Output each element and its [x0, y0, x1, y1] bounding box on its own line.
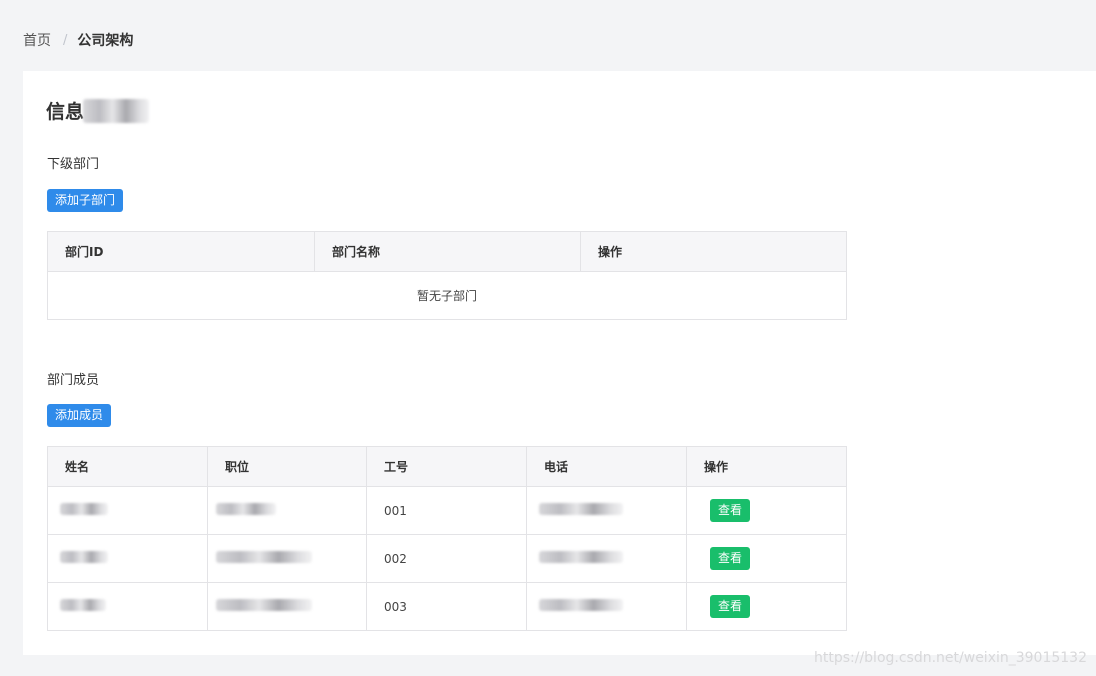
column-header: 姓名: [47, 446, 208, 487]
redacted-name: [60, 599, 106, 611]
view-button[interactable]: 查看: [710, 595, 751, 618]
column-header: 电话: [526, 446, 687, 487]
name-cell: [47, 582, 208, 631]
redacted-phone: [539, 551, 623, 563]
employee-no-cell: 002: [366, 534, 527, 583]
breadcrumb: 首页 / 公司架构: [23, 30, 133, 50]
column-header: 操作: [580, 231, 847, 272]
breadcrumb-separator: /: [63, 32, 68, 48]
add-member-button[interactable]: 添加成员: [47, 404, 112, 427]
redacted-name: [60, 551, 108, 563]
add-sub-department-button[interactable]: 添加子部门: [47, 189, 124, 212]
column-header: 工号: [366, 446, 527, 487]
name-cell: [47, 486, 208, 535]
employee-no-cell: 001: [366, 486, 527, 535]
position-cell: [207, 486, 367, 535]
page-title-text: 信息: [46, 101, 85, 123]
sub-departments-table: 部门ID 部门名称 操作 暂无子部门: [47, 231, 847, 320]
breadcrumb-current: 公司架构: [77, 33, 134, 49]
name-cell: [47, 534, 208, 583]
empty-state-text: 暂无子部门: [47, 271, 847, 320]
content-card: 信息 下级部门 添加子部门 部门ID 部门名称 操作 暂无子部门 部门成员 添加…: [23, 71, 1096, 655]
redacted-position: [216, 599, 312, 611]
redacted-name: [60, 503, 108, 515]
phone-cell: [526, 582, 687, 631]
redacted-phone: [539, 503, 623, 515]
phone-cell: [526, 534, 687, 583]
members-title: 部门成员: [47, 373, 100, 388]
action-cell: 查看: [686, 486, 847, 535]
position-cell: [207, 582, 367, 631]
employee-no-cell: 003: [366, 582, 527, 631]
table-header-row: 姓名 职位 工号 电话 操作: [47, 446, 847, 487]
watermark: https://blog.csdn.net/weixin_39015132: [813, 650, 1087, 666]
view-button[interactable]: 查看: [710, 499, 751, 522]
redacted-position: [216, 503, 276, 515]
table-header-row: 部门ID 部门名称 操作: [47, 231, 847, 272]
column-header: 部门名称: [314, 231, 581, 272]
action-cell: 查看: [686, 582, 847, 631]
column-header: 职位: [207, 446, 367, 487]
column-header: 操作: [686, 446, 847, 487]
column-header: 部门ID: [47, 231, 315, 272]
position-cell: [207, 534, 367, 583]
table-row: 002 查看: [47, 534, 847, 583]
redacted-title-blur: [83, 98, 150, 123]
view-button[interactable]: 查看: [710, 547, 751, 570]
page: 首页 / 公司架构 信息 下级部门 添加子部门 部门ID 部门名称 操作 暂无子…: [0, 0, 1096, 676]
redacted-position: [216, 551, 312, 563]
members-table: 姓名 职位 工号 电话 操作 001 查看 002 查看 003 查看: [47, 446, 847, 631]
action-cell: 查看: [686, 534, 847, 583]
table-row: 001 查看: [47, 486, 847, 535]
page-title: 信息: [46, 97, 150, 124]
redacted-phone: [539, 599, 623, 611]
breadcrumb-home-link[interactable]: 首页: [23, 30, 51, 50]
sub-departments-title: 下级部门: [47, 157, 100, 172]
phone-cell: [526, 486, 687, 535]
table-row: 003 查看: [47, 582, 847, 631]
